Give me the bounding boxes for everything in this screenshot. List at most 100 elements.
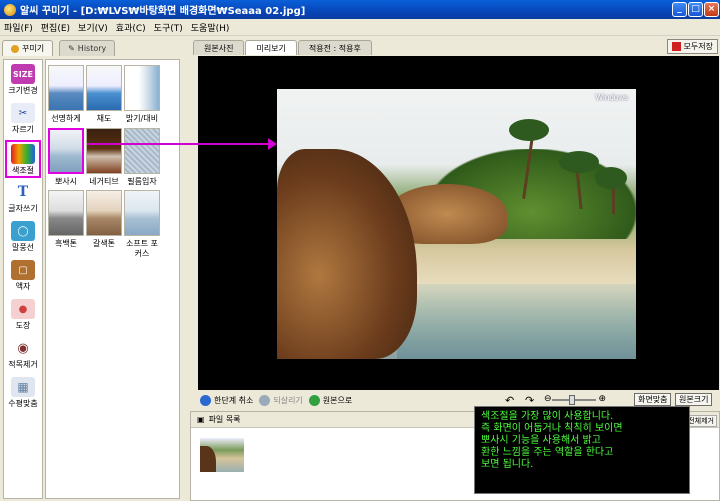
effect-soft-focus[interactable]: 소프트 포커스 xyxy=(124,190,160,259)
thumbnail-image xyxy=(86,128,122,174)
palm-frond xyxy=(559,151,599,173)
palm-frond xyxy=(595,167,627,189)
photo-water xyxy=(397,284,636,359)
file-list-title: 파일 목록 xyxy=(208,415,241,424)
close-button[interactable]: × xyxy=(704,2,719,17)
scissors-icon: ✂ xyxy=(11,103,35,123)
file-list-icon: ▣ xyxy=(197,415,205,424)
redo-label: 되살리기 xyxy=(273,395,303,405)
image-canvas[interactable]: Windows xyxy=(198,56,719,390)
color-adjust-icon xyxy=(11,144,35,164)
file-thumbnail[interactable] xyxy=(200,438,244,472)
save-all-label: 모두저장 xyxy=(683,42,713,51)
thumbnail-image xyxy=(86,190,122,236)
original-size-button[interactable]: 원본크기 xyxy=(675,393,713,406)
annotation-arrow-head xyxy=(268,138,277,150)
effect-soft[interactable]: 뽀사시 xyxy=(48,128,84,187)
annotation-tooltip: 색조절을 가장 많이 사용합니다. 즉 화면이 어둡거나 칙칙히 보이면 뽀사시… xyxy=(474,406,690,494)
decorate-icon xyxy=(11,44,19,53)
effect-negative[interactable]: 네거티브 xyxy=(86,128,122,187)
effect-mono[interactable]: 흑백톤 xyxy=(48,190,84,249)
tool-resize[interactable]: SIZE 크기변경 xyxy=(5,62,41,100)
rotate-right-icon[interactable]: ↷ xyxy=(525,394,534,407)
menu-file[interactable]: 파일(F) xyxy=(0,21,37,34)
undo-label: 한단계 취소 xyxy=(214,395,254,405)
zoom-knob[interactable] xyxy=(569,395,576,405)
size-icon: SIZE xyxy=(11,64,35,84)
menu-view[interactable]: 보기(V) xyxy=(74,21,112,34)
effect-saturation[interactable]: 채도 xyxy=(86,65,122,124)
effect-label: 흑백톤 xyxy=(54,239,78,248)
save-icon xyxy=(671,42,681,51)
tab-history[interactable]: ✎ History xyxy=(59,40,116,56)
stamp-icon: ● xyxy=(11,299,35,319)
tool-speech-bubble[interactable]: ◯ 말풍선 xyxy=(5,219,41,257)
photo-rock xyxy=(277,149,417,359)
tool-label: 적목제거 xyxy=(8,360,38,369)
tooltip-line: 즉 화면이 어둡거나 칙칙히 보이면 xyxy=(481,423,623,434)
redo-icon xyxy=(259,394,271,406)
zoom-slider[interactable]: ⊖ ⊕ xyxy=(544,394,606,406)
effect-label: 채도 xyxy=(96,114,112,123)
tool-label: 액자 xyxy=(15,282,31,291)
effect-brightness[interactable]: 밝기/대비 xyxy=(124,65,160,124)
save-all-button[interactable]: 모두저장 xyxy=(666,39,718,54)
tool-column: SIZE 크기변경 ✂ 자르기 색조절 T 글자쓰기 ◯ 말풍선 ▢ 액자 ● … xyxy=(3,59,43,499)
undo-icon xyxy=(200,394,211,406)
thumbnail-image xyxy=(48,65,84,111)
tab-decorate[interactable]: 꾸미기 xyxy=(2,40,54,56)
tool-text[interactable]: T 글자쓰기 xyxy=(5,180,41,218)
effect-sharp[interactable]: 선명하게 xyxy=(48,65,84,124)
restore-icon xyxy=(308,394,320,406)
effect-thumbnails: 선명하게 채도 밝기/대비 뽀사시 네거티브 필름입자 흑백톤 갈색톤 소프트 … xyxy=(45,59,180,499)
preview-photo: Windows xyxy=(277,89,636,359)
tab-history-label: History xyxy=(77,44,107,53)
tool-label: 색조절 xyxy=(11,166,35,175)
tool-color-adjust[interactable]: 색조절 xyxy=(5,140,41,178)
app-icon xyxy=(4,3,16,16)
pencil-icon: ✎ xyxy=(68,44,75,53)
menu-help[interactable]: 도움말(H) xyxy=(187,21,234,34)
title-bar: 알씨 꾸미기 - [D:₩LVS₩바탕화면 배경화면₩Seaaa 02.jpg]… xyxy=(0,0,720,19)
restore-original-button[interactable]: 원본으로 xyxy=(308,394,353,406)
maximize-button[interactable]: □ xyxy=(688,2,703,17)
menu-effect[interactable]: 효과(C) xyxy=(112,21,150,34)
tool-stamp[interactable]: ● 도장 xyxy=(5,297,41,335)
palm-frond xyxy=(509,119,549,141)
zoom-out-icon[interactable]: ⊖ xyxy=(544,394,552,404)
tool-crop[interactable]: ✂ 자르기 xyxy=(5,101,41,139)
menu-edit[interactable]: 편집(E) xyxy=(37,21,74,34)
tool-frame[interactable]: ▢ 액자 xyxy=(5,258,41,296)
menu-tools[interactable]: 도구(T) xyxy=(150,21,187,34)
tab-original[interactable]: 원본사진 xyxy=(193,40,245,55)
tooltip-line: 환한 느낌을 주는 역할을 한다고 xyxy=(481,447,614,458)
effect-grain[interactable]: 필름입자 xyxy=(124,128,160,187)
rotate-left-icon[interactable]: ↶ xyxy=(505,394,514,407)
fit-screen-button[interactable]: 화면맞춤 xyxy=(634,393,672,406)
restore-label: 원본으로 xyxy=(322,395,353,405)
tool-red-eye[interactable]: ◉ 적목제거 xyxy=(5,336,41,374)
thumbnail-image xyxy=(86,65,122,111)
redo-button[interactable]: 되살리기 xyxy=(259,394,303,406)
speech-bubble-icon: ◯ xyxy=(11,221,35,241)
tooltip-line: 뽀사시 기능을 사용해서 밝고 xyxy=(481,435,601,446)
minimize-button[interactable]: _ xyxy=(672,2,687,17)
tool-align[interactable]: ▦ 수평맞춤 xyxy=(5,375,41,413)
effect-sepia[interactable]: 갈색톤 xyxy=(86,190,122,249)
effect-label: 네거티브 xyxy=(89,177,119,186)
tool-label: 수평맞춤 xyxy=(8,399,38,408)
effect-label: 갈색톤 xyxy=(92,239,116,248)
tab-preview[interactable]: 미리보기 xyxy=(245,40,297,55)
thumbnail-image xyxy=(48,128,84,174)
zoom-in-icon[interactable]: ⊕ xyxy=(598,394,606,404)
annotation-arrow xyxy=(87,143,273,145)
menu-bar: 파일(F) 편집(E) 보기(V) 효과(C) 도구(T) 도움말(H) xyxy=(0,19,720,36)
effect-label: 밝기/대비 xyxy=(125,114,159,123)
undo-button[interactable]: 한단계 취소 xyxy=(200,394,254,406)
left-panel: 꾸미기 ✎ History SIZE 크기변경 ✂ 자르기 색조절 T 글자쓰기… xyxy=(0,37,187,501)
tool-label: 말풍선 xyxy=(11,243,35,252)
effect-label: 뽀사시 xyxy=(54,177,78,186)
thumbnail-image xyxy=(124,65,160,111)
thumbnail-image xyxy=(124,128,160,174)
tab-before-after[interactable]: 적용전 : 적용후 xyxy=(297,40,372,55)
